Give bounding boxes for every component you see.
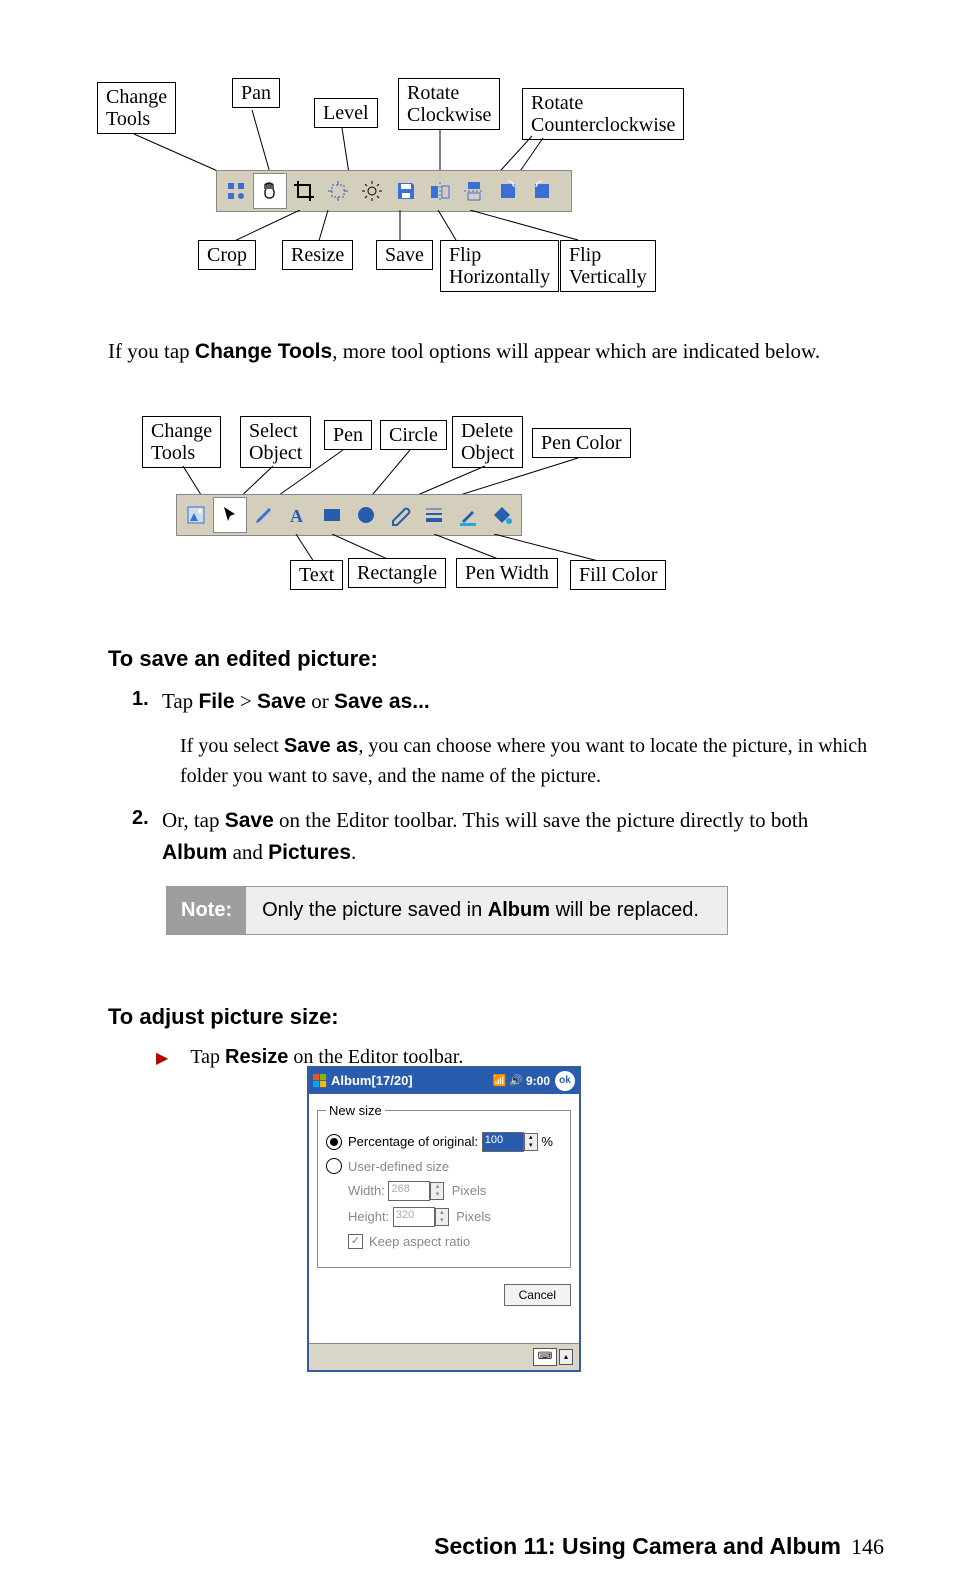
speaker-icon: 🔊 [509, 1074, 523, 1089]
circle-icon[interactable] [349, 497, 383, 533]
step1-text: Tap File > Save or Save as... [162, 686, 868, 717]
editor-toolbar-1 [216, 170, 572, 212]
note-text: Only the picture saved in Album will be … [246, 887, 727, 934]
fill-color-icon[interactable] [485, 497, 519, 533]
unit-percent: % [541, 1133, 553, 1151]
ok-button[interactable]: ok [555, 1071, 575, 1091]
pen-color-icon[interactable] [451, 497, 485, 533]
note-box: Note: Only the picture saved in Album wi… [166, 886, 728, 935]
flip-horizontal-icon[interactable] [423, 173, 457, 209]
change-tools-icon[interactable] [219, 173, 253, 209]
delete-object-icon[interactable] [383, 497, 417, 533]
checkbox-keep-ratio[interactable]: ✓ [348, 1234, 363, 1249]
pen-width-icon[interactable] [417, 497, 451, 533]
unit-width: Pixels [452, 1182, 487, 1200]
step2-num: 2. [132, 805, 162, 868]
label-userdef: User-defined size [348, 1158, 449, 1176]
label-save: Save [376, 240, 433, 270]
step1-sub: If you select Save as, you can choose wh… [180, 731, 868, 791]
save-icon[interactable] [389, 173, 423, 209]
new-size-group: New size Percentage of original: 100 ▴▾ … [317, 1102, 571, 1268]
level-icon[interactable] [355, 173, 389, 209]
unit-height: Pixels [456, 1208, 491, 1226]
dialog-titlebar: Album[17/20] 📶 🔊 9:00 ok [309, 1068, 579, 1094]
sip-up-icon[interactable]: ▴ [559, 1349, 573, 1365]
rectangle-icon[interactable] [315, 497, 349, 533]
label-flip-h: Flip Horizontally [440, 240, 559, 292]
step2-text: Or, tap Save on the Editor toolbar. This… [162, 805, 868, 868]
label-percentage: Percentage of original: [348, 1133, 478, 1151]
editor-toolbar-2: A [176, 494, 522, 536]
label2-text: Text [290, 560, 343, 590]
label-flip-v: Flip Vertically [560, 240, 656, 292]
pan-icon[interactable] [253, 173, 287, 209]
rotate-ccw-icon[interactable] [525, 173, 559, 209]
label-crop: Crop [198, 240, 256, 270]
flip-vertical-icon[interactable] [457, 173, 491, 209]
change-tools-icon-2[interactable] [179, 497, 213, 533]
rotate-cw-icon[interactable] [491, 173, 525, 209]
spinner-height[interactable]: ▴▾ [435, 1208, 449, 1226]
signal-icon: 📶 [493, 1074, 507, 1089]
bullet-marker: ▶ [156, 1048, 168, 1071]
keyboard-icon[interactable]: ⌨ [533, 1348, 557, 1366]
input-width[interactable]: 268 [388, 1181, 430, 1201]
svg-text:A: A [290, 506, 303, 526]
label-resize: Resize [282, 240, 353, 270]
spinner-width[interactable]: ▴▾ [430, 1182, 444, 1200]
step1-num: 1. [132, 686, 162, 717]
page-footer: Section 11: Using Camera and Album146 [434, 1531, 884, 1562]
new-size-legend: New size [326, 1102, 385, 1120]
label2-rectangle: Rectangle [348, 558, 446, 588]
label2-fill-color: Fill Color [570, 560, 666, 590]
windows-logo-icon [313, 1074, 327, 1088]
intro-text: If you tap Change Tools, more tool optio… [108, 336, 868, 368]
crop-icon[interactable] [287, 173, 321, 209]
cancel-button[interactable]: Cancel [504, 1284, 571, 1306]
text-icon[interactable]: A [281, 497, 315, 533]
pen-icon[interactable] [247, 497, 281, 533]
label2-pen-width: Pen Width [456, 558, 558, 588]
label-keep-ratio: Keep aspect ratio [369, 1233, 470, 1251]
label-width: Width: [348, 1182, 385, 1200]
dialog-footer: ⌨ ▴ [309, 1343, 579, 1370]
radio-percentage[interactable] [326, 1134, 342, 1150]
input-height[interactable]: 320 [393, 1207, 435, 1227]
radio-userdef[interactable] [326, 1158, 342, 1174]
heading-save: To save an edited picture: [108, 644, 868, 674]
select-object-icon[interactable] [213, 497, 247, 533]
label-height: Height: [348, 1208, 389, 1226]
spinner-percentage[interactable]: ▴▾ [524, 1133, 538, 1151]
note-tag: Note: [167, 887, 246, 934]
input-percentage[interactable]: 100 [482, 1132, 524, 1152]
resize-dialog: Album[17/20] 📶 🔊 9:00 ok New size Percen… [307, 1066, 581, 1372]
dialog-title: Album[17/20] [331, 1072, 413, 1090]
resize-icon[interactable] [321, 173, 355, 209]
clock-time: 9:00 [526, 1073, 550, 1089]
heading-adjust: To adjust picture size: [108, 1002, 868, 1032]
